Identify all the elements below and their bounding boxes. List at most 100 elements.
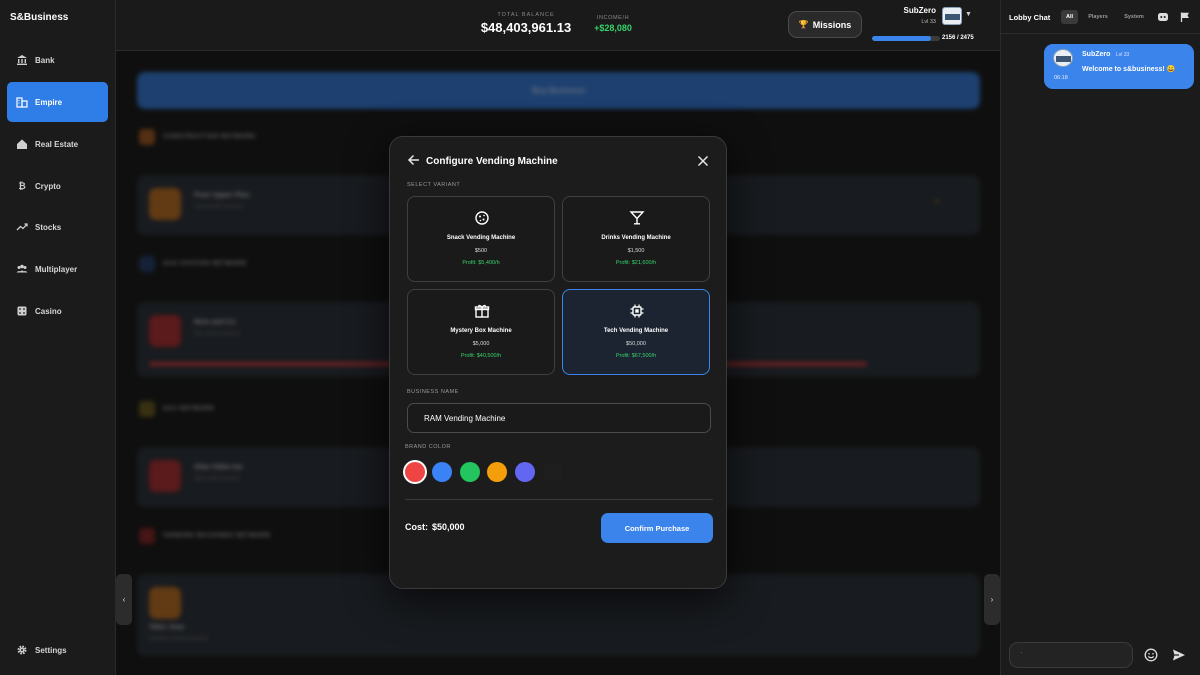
variant-price: $1,500 [627, 248, 645, 254]
variant-card-mystery-box[interactable]: Mystery Box Machine $5,000 Profit: $40,5… [407, 289, 555, 375]
business-name-label: BUSINESS NAME [407, 389, 459, 395]
confirm-purchase-button[interactable]: Confirm Purchase [601, 513, 713, 543]
variant-card-drinks[interactable]: Drinks Vending Machine $1,500 Profit: $2… [562, 196, 710, 282]
message-level: Lvl 33 [1116, 52, 1130, 58]
flag-icon[interactable] [1179, 10, 1191, 22]
user-level: Lvl 33 [921, 19, 936, 25]
business-thumbnail [149, 460, 181, 492]
business-card-subtitle: Vending machine business [149, 636, 209, 642]
sidebar-item-settings[interactable]: Settings [7, 630, 108, 670]
section-icon [139, 528, 155, 544]
emoji-icon[interactable] [1143, 647, 1159, 663]
variant-price: $500 [474, 248, 488, 254]
app-root: S&Business Bank Empire Real Estate ₿ Cry… [0, 0, 1200, 675]
trend-icon [16, 221, 28, 233]
total-balance-value: $48,403,961.13 [480, 20, 572, 35]
income-value: +$28,080 [594, 23, 632, 33]
message-user[interactable]: SubZero [1082, 51, 1110, 58]
sidebar-item-label: Real Estate [35, 139, 79, 149]
sidebar-item-label: Casino [35, 306, 62, 316]
users-icon [16, 263, 28, 275]
close-icon[interactable] [697, 154, 709, 167]
bank-icon [16, 54, 28, 66]
expand-chat-button[interactable]: › [984, 574, 1000, 625]
xp-progress-bar [872, 36, 940, 41]
sidebar-item-label: Stocks [35, 222, 62, 232]
chevron-down-icon[interactable]: ▼ [965, 11, 972, 18]
sidebar-item-bank[interactable]: Bank [7, 40, 108, 80]
gift-icon [474, 303, 490, 319]
color-swatch-indigo[interactable] [515, 462, 535, 482]
chevron-left-icon: ‹ [122, 595, 126, 604]
sidebar-item-empire[interactable]: Empire [7, 82, 108, 122]
section-icon [139, 256, 155, 272]
buy-business-button[interactable]: Buy Business [137, 72, 980, 109]
sidebar-item-stocks[interactable]: Stocks [7, 207, 108, 247]
business-card-title: Tales Jose [149, 624, 185, 631]
missions-button[interactable]: 🏆 Missions [788, 11, 862, 38]
variant-price: $50,000 [626, 341, 646, 347]
color-swatch-green[interactable] [460, 462, 480, 482]
total-balance-label: TOTAL BALANCE [497, 12, 555, 18]
section-header: VENDING MACHINES NETWORK [139, 526, 271, 546]
section-header: GAS STATION NETWORK [139, 254, 247, 274]
business-card-title: Fixer Upper Plus [194, 192, 250, 199]
chat-header: Lobby Chat All Players System [1001, 0, 1200, 34]
missions-label: Missions [812, 19, 852, 30]
business-name-input[interactable] [407, 403, 711, 433]
discord-icon[interactable] [1157, 10, 1169, 22]
sidebar-item-multiplayer[interactable]: Multiplayer [7, 249, 108, 289]
modal-title: Configure Vending Machine [426, 156, 558, 167]
brand-color-label: BRAND COLOR [405, 444, 451, 450]
sidebar-item-real-estate[interactable]: Real Estate [7, 124, 108, 164]
message-text: Welcome to s&business! 😀 [1082, 66, 1176, 73]
chat-tab-system[interactable]: System [1119, 10, 1149, 24]
chat-title: Lobby Chat [1009, 13, 1051, 22]
collapse-sidebar-button[interactable]: ‹ [116, 574, 132, 625]
top-bar: TOTAL BALANCE $48,403,961.13 INCOME/H +$… [116, 0, 1000, 51]
cocktail-icon [629, 210, 645, 226]
variant-card-snack[interactable]: Snack Vending Machine $500 Profit: $5,40… [407, 196, 555, 282]
sidebar-item-crypto[interactable]: ₿ Crypto [7, 166, 108, 206]
house-icon [16, 138, 28, 150]
section-icon [139, 401, 155, 417]
variant-profit: Profit: $40,500/h [460, 353, 502, 359]
xp-text: 2156 / 2475 [942, 35, 974, 41]
sidebar: S&Business Bank Empire Real Estate ₿ Cry… [0, 0, 116, 675]
variant-profit: Profit: $5,400/h [462, 260, 500, 266]
trophy-icon: 🏆 [798, 20, 809, 29]
building-icon [16, 96, 28, 108]
color-swatch-dark[interactable] [543, 462, 563, 482]
color-swatch-blue[interactable] [432, 462, 452, 482]
sidebar-item-label: Empire [35, 97, 63, 107]
sidebar-item-label: Settings [35, 645, 67, 655]
business-card-subtitle: Construction business [194, 204, 244, 210]
color-swatch-red[interactable] [405, 462, 425, 482]
dice-icon [16, 305, 28, 317]
business-thumbnail [149, 188, 181, 220]
income-label: INCOME/H [596, 15, 630, 21]
chat-tab-all[interactable]: All [1061, 10, 1078, 24]
variant-name: Tech Vending Machine [603, 328, 669, 334]
message-avatar [1053, 49, 1073, 67]
business-thumbnail [149, 587, 181, 619]
business-thumbnail [149, 315, 181, 347]
color-swatch-orange[interactable] [487, 462, 507, 482]
back-arrow-icon[interactable] [407, 153, 421, 167]
chat-tab-players[interactable]: Players [1083, 10, 1113, 24]
section-title: CONSTRUCTION NETWORK [163, 134, 256, 140]
variant-profit: Profit: $67,500/h [615, 353, 657, 359]
section-title: VENDING MACHINES NETWORK [163, 533, 272, 539]
section-title: SAA NETWORK [163, 406, 215, 412]
variant-card-tech[interactable]: Tech Vending Machine $50,000 Profit: $67… [562, 289, 710, 375]
sidebar-item-casino[interactable]: Casino [7, 291, 108, 331]
chip-icon [629, 303, 645, 319]
select-variant-label: SELECT VARIANT [407, 182, 461, 188]
avatar[interactable] [942, 7, 962, 25]
business-status-badge: ▪▪▪ [933, 199, 940, 205]
chat-input[interactable] [1009, 642, 1133, 668]
variant-profit: Profit: $21,600/h [615, 260, 657, 266]
message-time: 06:18 [1054, 75, 1068, 81]
divider [405, 499, 713, 500]
send-icon[interactable] [1171, 647, 1187, 663]
